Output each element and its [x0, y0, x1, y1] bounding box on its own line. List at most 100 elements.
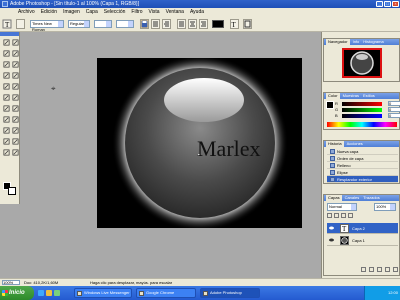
navigator-thumbnail[interactable] — [342, 48, 382, 78]
tab-navegador[interactable]: Navegador — [326, 39, 350, 45]
tool-slice[interactable] — [11, 60, 19, 68]
red-value[interactable]: 0 — [388, 101, 400, 106]
red-slider[interactable]: R 0 — [335, 101, 400, 106]
history-item[interactable]: Elipse — [327, 169, 398, 176]
document-text-layer[interactable]: Marlex — [197, 138, 261, 160]
tool-pen[interactable] — [2, 126, 10, 134]
tool-type[interactable] — [11, 115, 19, 123]
blue-value[interactable]: 0 — [388, 113, 400, 118]
tab-estilos[interactable]: Estilos — [362, 93, 376, 99]
align-right-button[interactable] — [162, 19, 171, 29]
tab-historia[interactable]: Historia — [326, 141, 344, 147]
tab-histograma[interactable]: Histograma — [362, 39, 384, 45]
history-item[interactable]: Nueva capa — [327, 148, 398, 155]
menu-ayuda[interactable]: Ayuda — [190, 8, 204, 16]
orientation-button[interactable] — [16, 19, 25, 29]
eye-icon[interactable] — [329, 238, 334, 242]
tool-move[interactable] — [2, 38, 10, 46]
tab-info[interactable]: Info — [352, 39, 361, 45]
lock-position-icon[interactable] — [341, 213, 346, 218]
menu-vista[interactable]: Vista — [149, 8, 160, 16]
blend-mode-select[interactable]: Normal — [327, 203, 357, 211]
tool-dodge[interactable] — [11, 104, 19, 112]
warp-text-button[interactable]: T — [230, 19, 239, 29]
new-layer-icon[interactable] — [385, 267, 390, 272]
maximize-button[interactable]: □ — [384, 1, 391, 7]
blue-slider[interactable]: B 0 — [335, 113, 400, 118]
align-left-button[interactable] — [140, 19, 149, 29]
history-item[interactable]: Relleno — [327, 162, 398, 169]
tool-blur[interactable] — [2, 104, 10, 112]
close-button[interactable]: × — [392, 1, 399, 7]
tool-crop[interactable] — [2, 60, 10, 68]
tool-lasso[interactable] — [2, 49, 10, 57]
green-value[interactable]: 0 — [388, 107, 400, 112]
tool-notes[interactable] — [2, 137, 10, 145]
tab-color[interactable]: Color — [326, 93, 340, 99]
start-button[interactable]: Inicio — [0, 286, 34, 300]
tool-shape[interactable] — [11, 126, 19, 134]
menu-imagen[interactable]: Imagen — [63, 8, 80, 16]
menu-archivo[interactable]: Archivo — [18, 8, 35, 16]
eye-icon[interactable] — [329, 226, 334, 230]
align-center-button[interactable] — [151, 19, 160, 29]
doc-size-info[interactable]: Doc: 410,2K/1,60M — [24, 279, 58, 286]
menu-filtro[interactable]: Filtro — [131, 8, 142, 16]
menu-edicion[interactable]: Edición — [41, 8, 57, 16]
align-right-text-button[interactable] — [199, 19, 208, 29]
tool-eraser[interactable] — [2, 93, 10, 101]
font-size-select[interactable] — [94, 20, 112, 28]
tab-canales[interactable]: Canales — [344, 195, 361, 201]
tool-zoom[interactable] — [11, 148, 19, 156]
menu-seleccion[interactable]: Selección — [104, 8, 126, 16]
tool-eyedropper[interactable] — [11, 137, 19, 145]
tool-gradient[interactable] — [11, 93, 19, 101]
layer-style-icon[interactable] — [369, 267, 374, 272]
tab-muestras[interactable]: Muestras — [342, 93, 360, 99]
tab-trazados[interactable]: Trazados — [362, 195, 381, 201]
ie-quicklaunch-icon[interactable] — [38, 290, 44, 296]
tool-magic-wand[interactable] — [11, 49, 19, 57]
lock-transparency-icon[interactable] — [327, 213, 332, 218]
tab-acciones[interactable]: Acciones — [346, 141, 364, 147]
tool-history-brush[interactable] — [11, 82, 19, 90]
font-style-select[interactable]: Regular — [68, 20, 90, 28]
justify-button[interactable] — [177, 19, 186, 29]
history-item[interactable]: Orden de capa — [327, 155, 398, 162]
tool-healing[interactable] — [2, 71, 10, 79]
link-layers-icon[interactable] — [361, 267, 366, 272]
tray-clock[interactable]: 12:00 — [388, 290, 398, 295]
text-tool-preset-icon[interactable]: T — [2, 19, 12, 29]
task-chrome[interactable]: Google Chrome — [136, 288, 196, 298]
messenger-quicklaunch-icon[interactable] — [54, 290, 60, 296]
lock-image-icon[interactable] — [334, 213, 339, 218]
palettes-button[interactable] — [243, 19, 252, 29]
font-family-select[interactable]: Times New Roman — [30, 20, 64, 32]
opacity-field[interactable]: 100% — [374, 203, 396, 211]
tool-marquee[interactable] — [11, 38, 19, 46]
document-canvas[interactable]: Marlex — [97, 58, 302, 228]
background-color-swatch[interactable] — [8, 187, 16, 195]
zoom-field[interactable]: 100% — [2, 280, 20, 285]
trash-icon[interactable] — [393, 267, 398, 272]
menu-ventana[interactable]: Ventana — [166, 8, 184, 16]
tool-stamp[interactable] — [2, 82, 10, 90]
tool-hand[interactable] — [2, 148, 10, 156]
history-item-selected[interactable]: Resplandor exterior — [327, 176, 398, 183]
lock-all-icon[interactable] — [348, 213, 353, 218]
task-photoshop[interactable]: Adobe Photoshop — [200, 288, 260, 298]
layer-mask-icon[interactable] — [377, 267, 382, 272]
align-center-text-button[interactable] — [188, 19, 197, 29]
task-messenger[interactable]: Windows Live Messenger — [74, 288, 132, 298]
tab-capas[interactable]: Capas — [326, 195, 342, 201]
anti-alias-select[interactable] — [116, 20, 134, 28]
green-slider[interactable]: G 0 — [335, 107, 400, 112]
layer-row-capa-1[interactable]: Capa 1 — [327, 235, 398, 246]
minimize-button[interactable]: _ — [376, 1, 383, 7]
layer-row-capa-2[interactable]: T Capa 2 — [327, 223, 398, 234]
tool-path-select[interactable] — [2, 115, 10, 123]
folder-quicklaunch-icon[interactable] — [46, 290, 52, 296]
color-spectrum-bar[interactable] — [327, 122, 397, 127]
color-fg-swatch[interactable] — [326, 101, 334, 109]
menu-capa[interactable]: Capa — [86, 8, 98, 16]
